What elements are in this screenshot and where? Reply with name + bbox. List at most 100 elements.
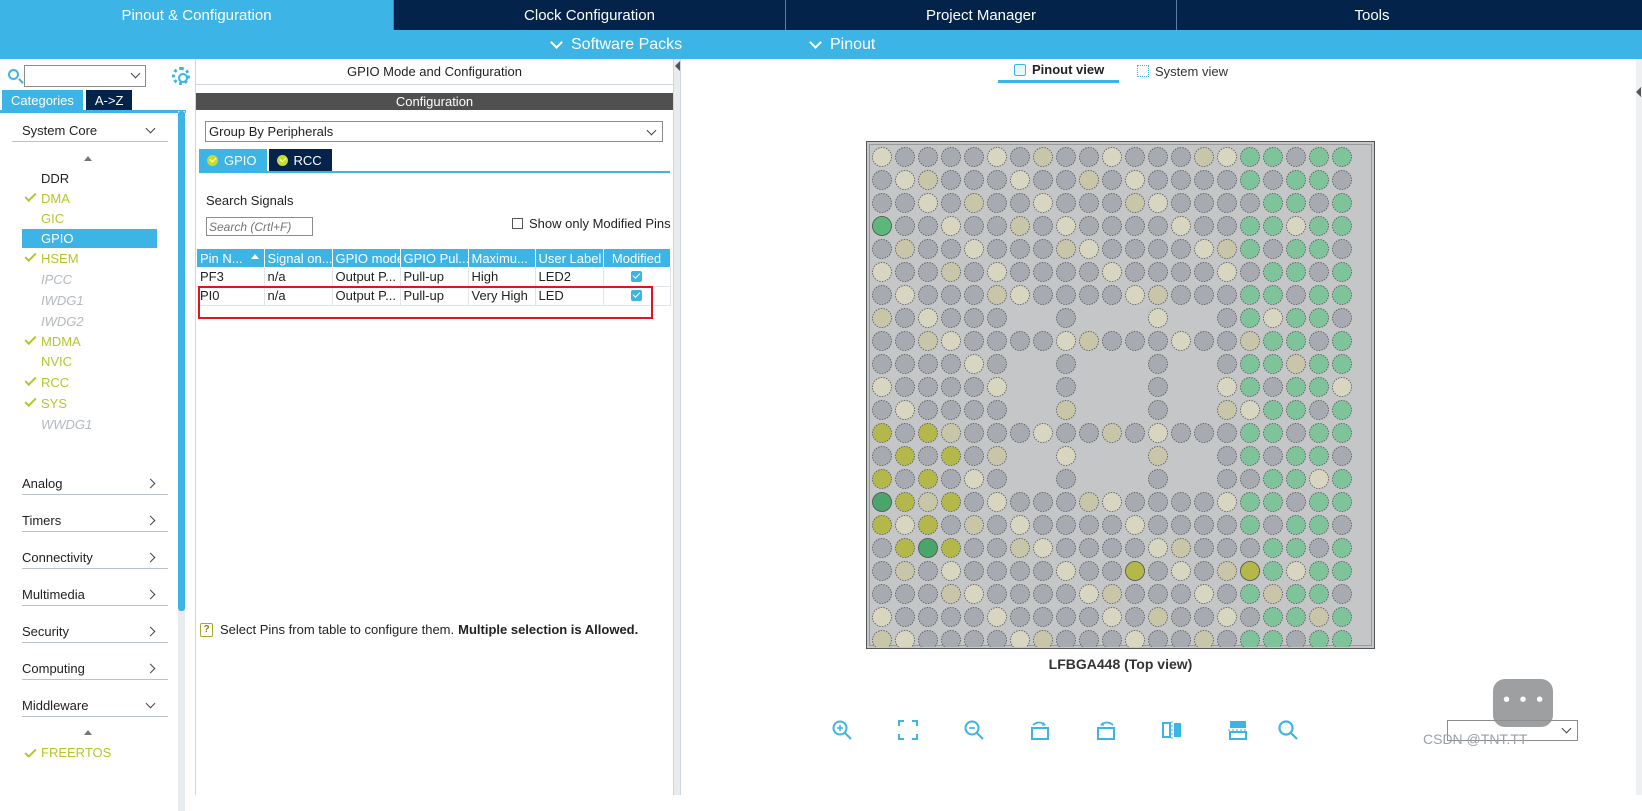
pin[interactable] [987,492,1007,512]
pin[interactable] [1033,607,1053,627]
pin[interactable] [1171,216,1191,236]
pin[interactable] [1217,515,1237,535]
pin[interactable] [1332,354,1352,374]
pin[interactable] [1102,630,1122,648]
pin[interactable] [1102,193,1122,213]
configured-pin[interactable] [872,216,892,236]
pin[interactable] [941,216,961,236]
pin[interactable] [941,285,961,305]
pin[interactable] [1309,515,1329,535]
pin[interactable] [1309,584,1329,604]
pin[interactable] [1240,607,1260,627]
pin[interactable] [872,285,892,305]
pin[interactable] [1056,584,1076,604]
pin[interactable] [1125,147,1145,167]
pin[interactable] [1309,239,1329,259]
pin[interactable] [1240,377,1260,397]
flip-horizontal-icon[interactable] [1161,719,1183,741]
pin[interactable] [1240,423,1260,443]
system-core-item-ddr[interactable]: DDR [22,169,157,188]
pin[interactable] [1217,147,1237,167]
pin[interactable] [918,216,938,236]
pin[interactable] [872,400,892,420]
pin[interactable] [1056,216,1076,236]
pin[interactable] [1010,170,1030,190]
pin[interactable] [964,607,984,627]
pin[interactable] [964,423,984,443]
pin[interactable] [1309,400,1329,420]
pin[interactable] [1125,607,1145,627]
pin[interactable] [1033,515,1053,535]
col-max-speed[interactable]: Maximu... [468,249,536,267]
pin[interactable] [1148,239,1168,259]
pin[interactable] [941,538,961,558]
pin[interactable] [1033,561,1053,581]
tab-categories[interactable]: Categories [2,90,83,110]
pin[interactable] [1079,630,1099,648]
pin[interactable] [1056,354,1076,374]
left-scrollbar[interactable] [178,111,185,811]
pin[interactable] [1010,285,1030,305]
pin[interactable] [987,354,1007,374]
pin[interactable] [987,170,1007,190]
pin[interactable] [1309,423,1329,443]
pin[interactable] [1056,630,1076,648]
pin[interactable] [1194,630,1214,648]
pin[interactable] [1194,193,1214,213]
pin[interactable] [1125,262,1145,282]
pin[interactable] [1217,262,1237,282]
pin[interactable] [964,147,984,167]
pin[interactable] [1079,584,1099,604]
pin[interactable] [1263,354,1283,374]
pin[interactable] [1309,308,1329,328]
pin[interactable] [1194,561,1214,581]
pin[interactable] [1056,262,1076,282]
pin[interactable] [1217,561,1237,581]
pin[interactable] [1079,193,1099,213]
pin[interactable] [1033,239,1053,259]
pin[interactable] [1309,262,1329,282]
pin[interactable] [964,308,984,328]
pin[interactable] [1263,607,1283,627]
pin[interactable] [1286,354,1306,374]
pin[interactable] [1171,607,1191,627]
pin[interactable] [1263,515,1283,535]
pin[interactable] [1010,147,1030,167]
pin[interactable] [1263,400,1283,420]
pin[interactable] [1332,308,1352,328]
pin[interactable] [1056,515,1076,535]
pin[interactable] [1148,515,1168,535]
pin[interactable] [941,170,961,190]
pin[interactable] [872,561,892,581]
pin[interactable] [1286,584,1306,604]
pin[interactable] [1033,423,1053,443]
panel-splitter[interactable] [673,59,681,795]
pinout-menu[interactable]: Pinout [809,30,875,59]
pin[interactable] [1240,446,1260,466]
pin[interactable] [987,331,1007,351]
pin[interactable] [1263,331,1283,351]
pin[interactable] [1263,584,1283,604]
pin[interactable] [1125,193,1145,213]
pin[interactable] [941,607,961,627]
pin[interactable] [872,308,892,328]
pin[interactable] [872,331,892,351]
pin[interactable] [941,561,961,581]
pin[interactable] [1148,170,1168,190]
pin[interactable] [1286,630,1306,648]
pin[interactable] [1263,170,1283,190]
pin[interactable] [1332,193,1352,213]
pin[interactable] [918,239,938,259]
pin[interactable] [1148,377,1168,397]
pin[interactable] [918,561,938,581]
pin[interactable] [1010,584,1030,604]
pin[interactable] [918,492,938,512]
pin[interactable] [1309,216,1329,236]
pin[interactable] [1194,423,1214,443]
modified-checkbox[interactable] [631,290,642,301]
col-signal[interactable]: Signal on... [264,249,333,267]
pin[interactable] [1217,400,1237,420]
pin[interactable] [895,147,915,167]
scrollbar-thumb[interactable] [178,111,185,611]
pin[interactable] [1286,377,1306,397]
